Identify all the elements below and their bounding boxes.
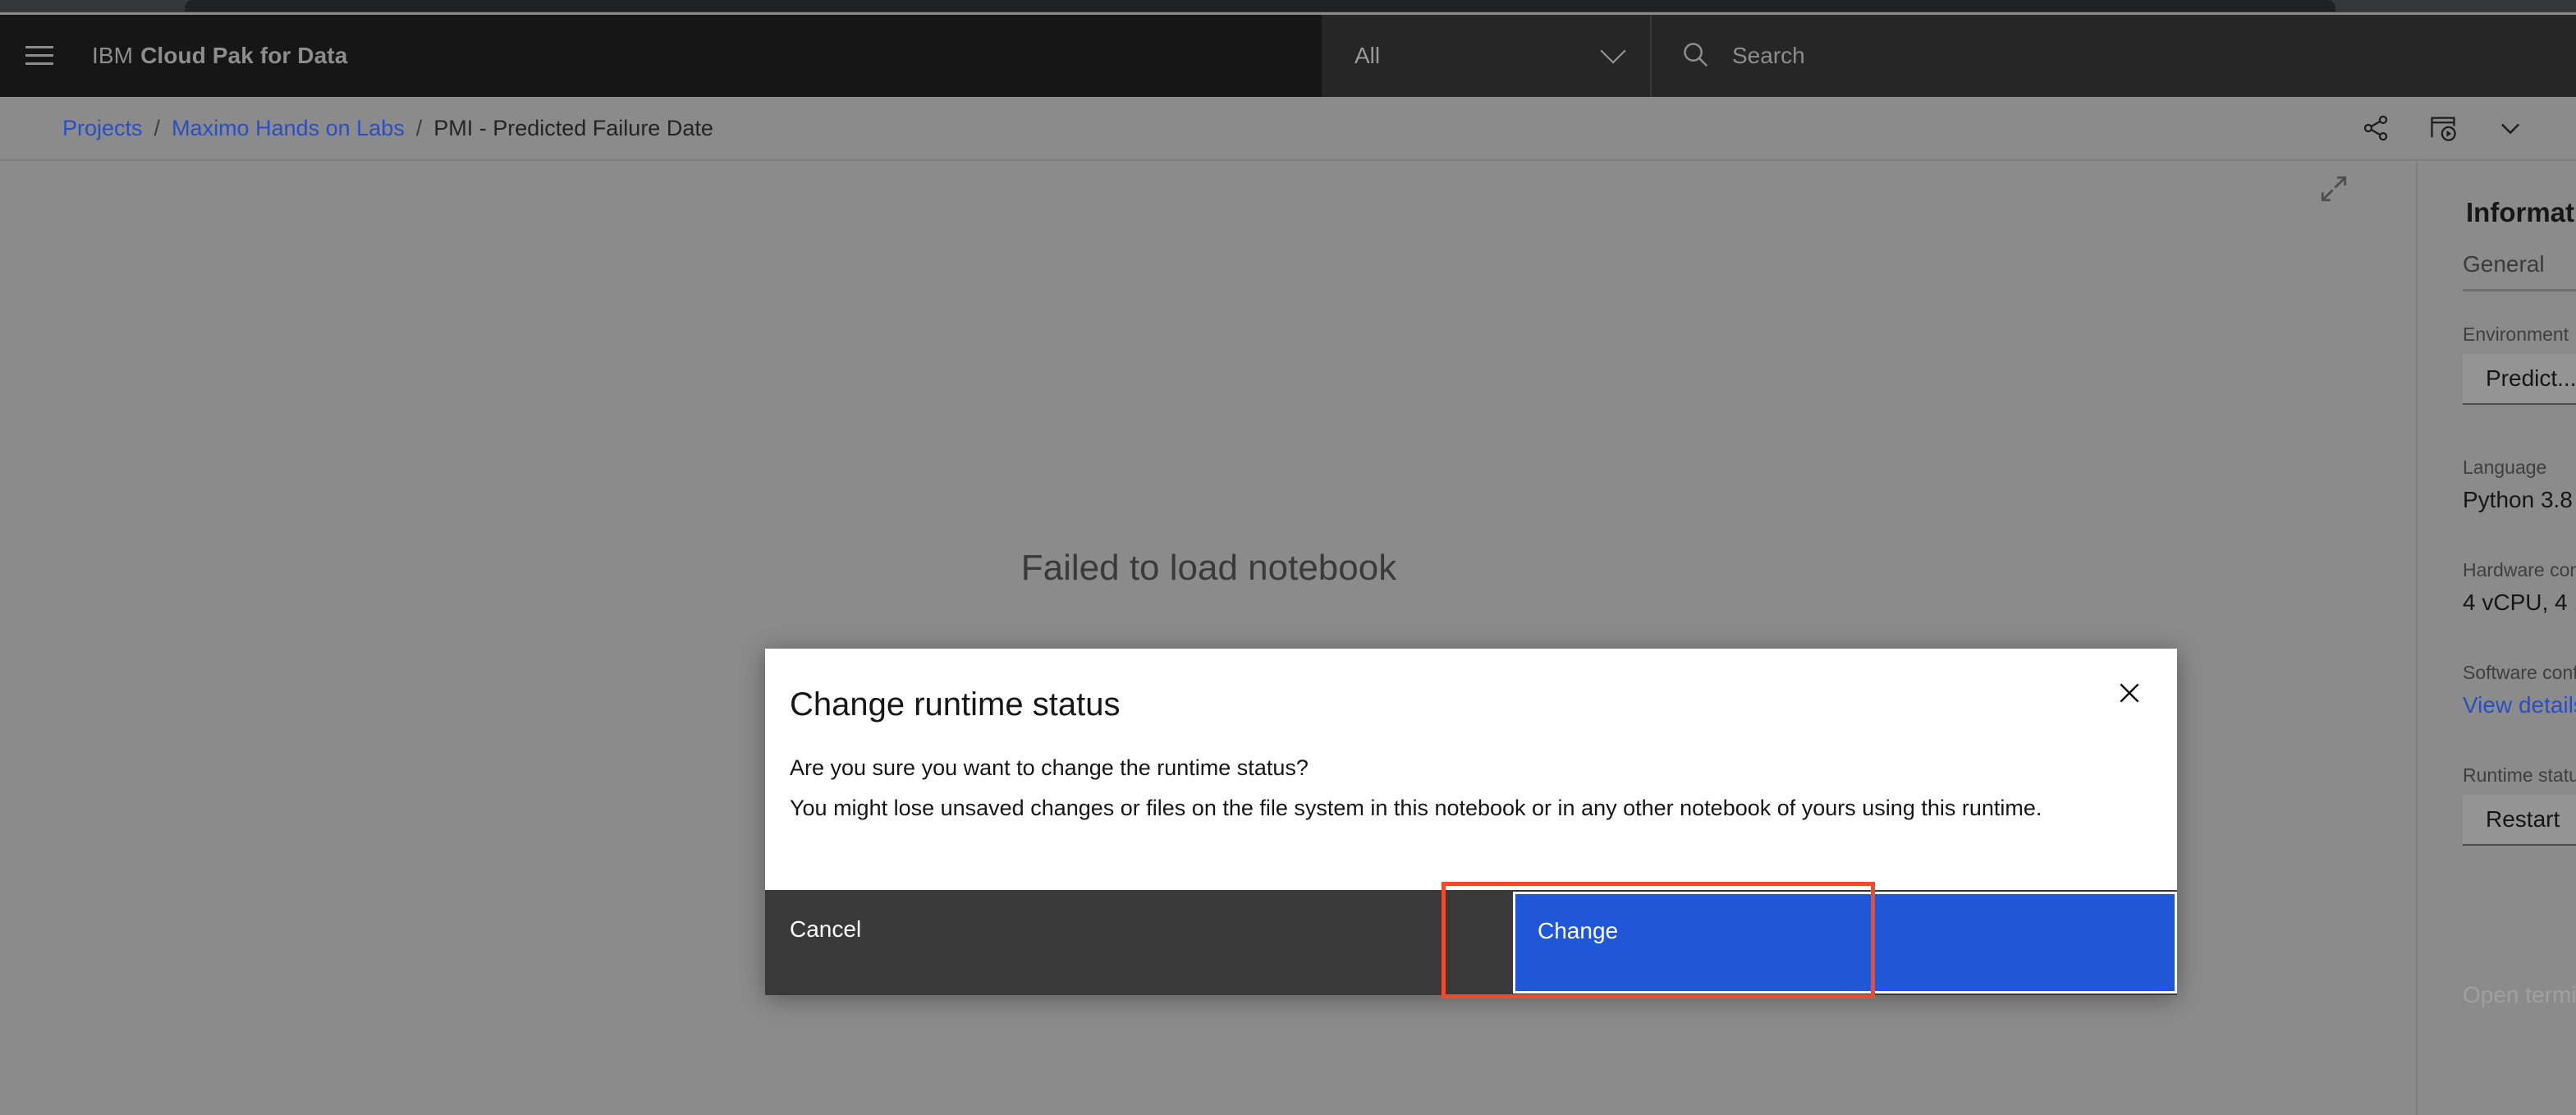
search-scope-value: All	[1354, 43, 1381, 68]
breadcrumb-separator: /	[415, 115, 423, 140]
field-label-software: Software configuration	[2463, 662, 2576, 683]
search-icon	[1680, 39, 1711, 74]
browser-tab[interactable]	[185, 0, 2335, 11]
field-label-language: Language	[2463, 457, 2547, 478]
breadcrumb-item-project[interactable]: Maximo Hands on Labs	[172, 116, 405, 141]
breadcrumb-separator: /	[154, 115, 161, 140]
cancel-button[interactable]: Cancel	[765, 890, 1471, 995]
chevron-down-icon	[1600, 38, 1626, 64]
close-icon[interactable]	[2105, 668, 2154, 718]
information-panel: Information General Environment Predict.…	[2419, 161, 2576, 1115]
field-hardware: Hardware configuration 4 vCPU, 4 ...	[2463, 559, 2576, 616]
field-runtime-status: Runtime status Restart	[2463, 764, 2576, 846]
modal-body-line-1: Are you sure you want to change the runt…	[790, 755, 1309, 780]
field-label-hardware: Hardware configuration	[2463, 559, 2576, 580]
tab-general[interactable]: General	[2463, 251, 2545, 277]
chevron-down-icon[interactable]	[2496, 113, 2525, 143]
hamburger-menu-button[interactable]	[0, 15, 79, 97]
field-value-language: Python 3.8	[2463, 487, 2573, 512]
browser-chrome-strip	[0, 0, 2576, 13]
search-input[interactable]: Search	[1650, 15, 2576, 97]
breadcrumb: Projects / Maximo Hands on Labs / PMI - …	[0, 116, 713, 141]
field-environment: Environment Predict...	[2463, 323, 2576, 405]
breadcrumb-actions	[2361, 113, 2576, 143]
change-button[interactable]: Change	[1513, 892, 2177, 993]
view-details-link[interactable]: View details	[2463, 692, 2576, 718]
search-placeholder: Search	[1732, 43, 1805, 68]
jobs-icon[interactable]	[2428, 113, 2458, 143]
share-icon[interactable]	[2361, 113, 2390, 143]
field-label-runtime-status: Runtime status	[2463, 764, 2576, 786]
brand-prefix: IBM	[92, 43, 134, 68]
breadcrumb-item-projects[interactable]: Projects	[62, 116, 143, 141]
runtime-status-dropdown[interactable]: Restart	[2463, 795, 2576, 846]
app-header: IBM Cloud Pak for Data All Search	[0, 15, 2576, 97]
field-software: Software configuration View details	[2463, 662, 2576, 718]
brand-name: Cloud Pak for Data	[140, 43, 348, 68]
modal-title: Change runtime status	[790, 686, 1121, 723]
hamburger-icon	[25, 45, 53, 67]
open-terminal-link[interactable]: Open terminal	[2463, 982, 2576, 1008]
brand-logo[interactable]: IBM Cloud Pak for Data	[79, 15, 347, 97]
confirm-button-slot: Change	[1471, 890, 2177, 995]
change-runtime-status-modal: Change runtime status Are you sure you w…	[765, 649, 2177, 995]
breadcrumb-item-current: PMI - Predicted Failure Date	[433, 115, 713, 140]
breadcrumb-bar: Projects / Maximo Hands on Labs / PMI - …	[0, 97, 2576, 161]
field-language: Language Python 3.8	[2463, 457, 2576, 513]
panel-tabs: General	[2463, 251, 2576, 291]
modal-body-line-2: You might lose unsaved changes or files …	[790, 796, 2042, 821]
search-scope-select[interactable]: All	[1322, 15, 1650, 97]
environment-dropdown[interactable]: Predict...	[2463, 354, 2576, 405]
modal-body: Are you sure you want to change the runt…	[790, 752, 2136, 825]
modal-footer: Cancel Change	[765, 890, 2177, 995]
panel-title: Information	[2466, 197, 2576, 227]
header-spacer	[347, 15, 1322, 97]
field-label-environment: Environment	[2463, 323, 2569, 345]
field-value-hardware: 4 vCPU, 4 ...	[2463, 590, 2576, 615]
